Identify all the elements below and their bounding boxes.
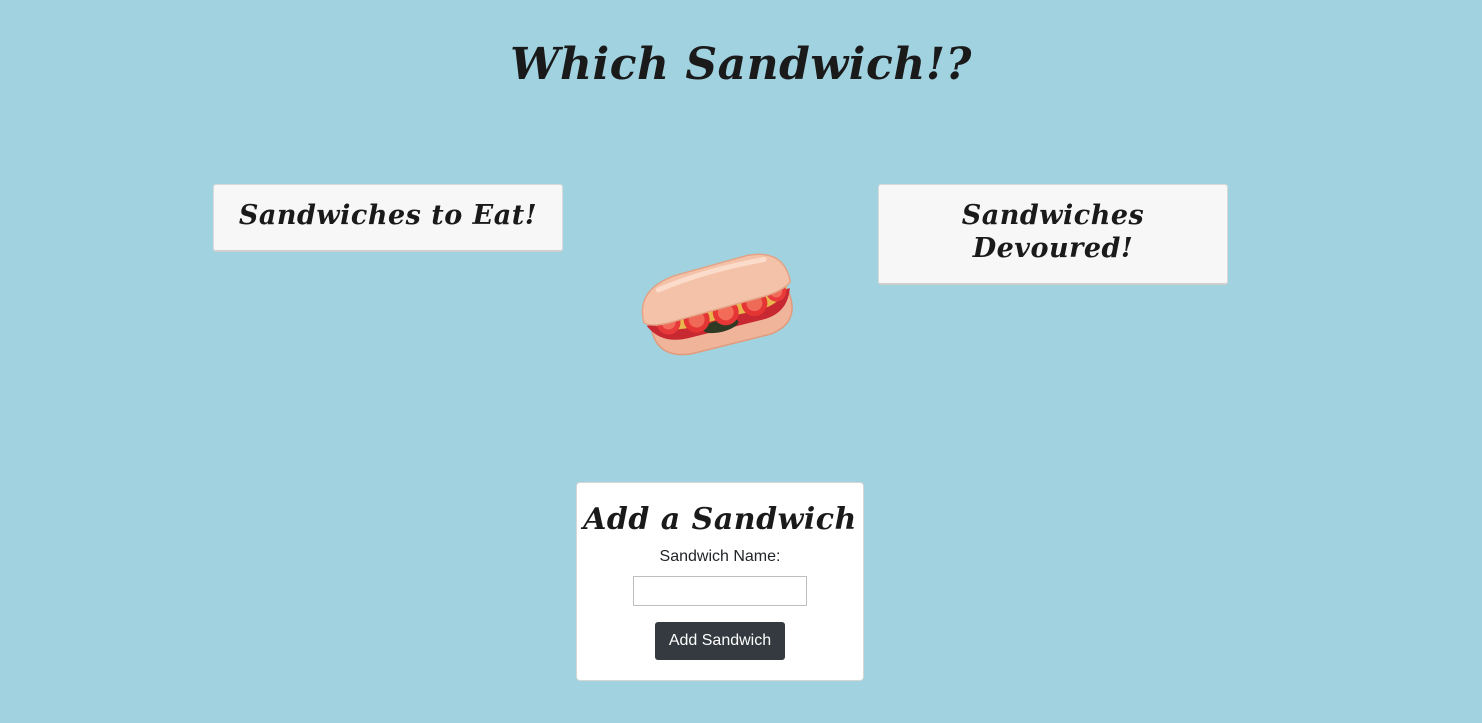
sandwich-icon <box>641 253 793 356</box>
sandwiches-devoured-header: Sandwiches Devoured! <box>878 184 1228 285</box>
add-sandwich-button[interactable]: Add Sandwich <box>655 622 785 660</box>
sandwich-name-label: Sandwich Name: <box>659 548 781 565</box>
sandwich-name-input[interactable] <box>633 576 807 606</box>
page-title: Which Sandwich!? <box>510 39 972 90</box>
sandwiches-to-eat-heading: Sandwiches to Eat! <box>238 200 538 231</box>
add-sandwich-title: Add a Sandwich <box>583 502 857 537</box>
sandwiches-to-eat-header: Sandwiches to Eat! <box>213 184 563 252</box>
sandwiches-devoured-heading: Sandwiches Devoured! <box>961 200 1145 264</box>
add-sandwich-panel: Add a Sandwich Sandwich Name: Add Sandwi… <box>576 482 864 681</box>
